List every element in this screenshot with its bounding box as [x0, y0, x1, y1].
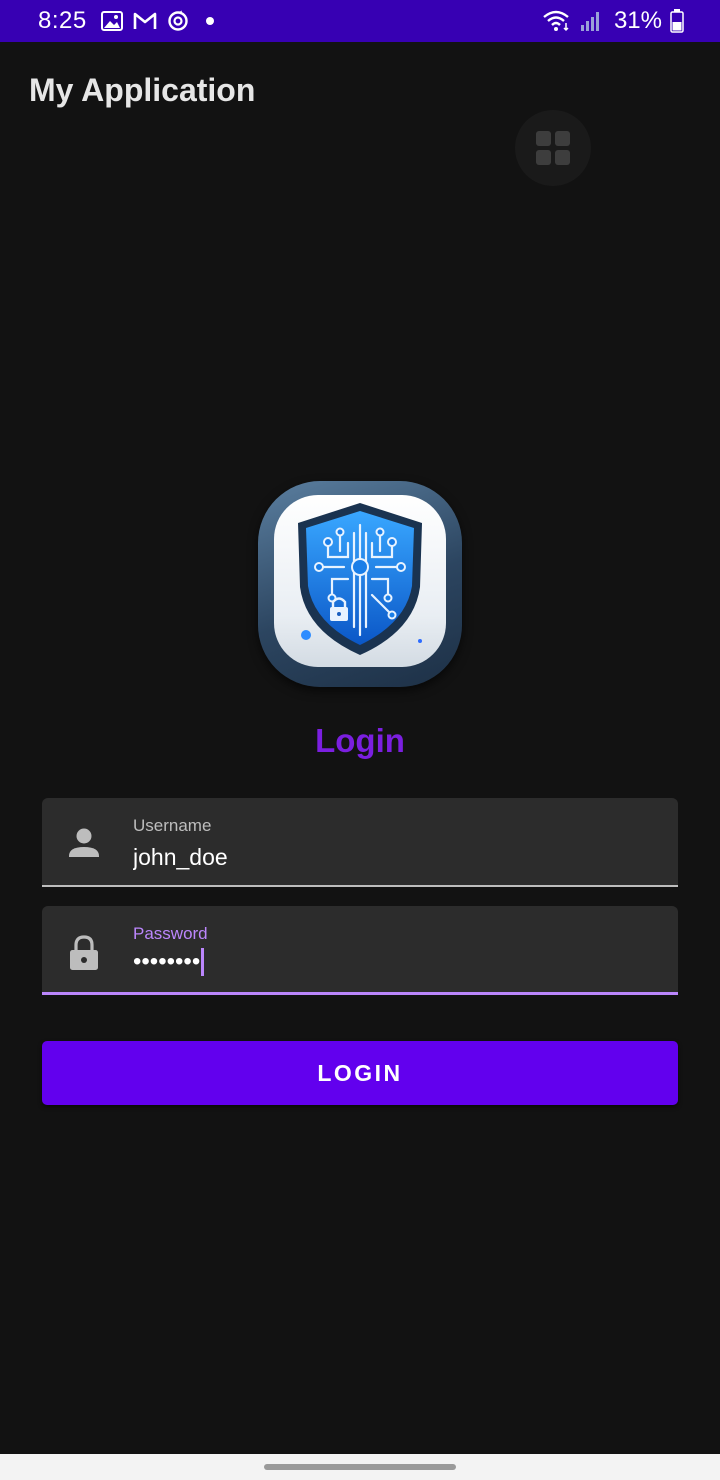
text-cursor [201, 948, 205, 976]
username-input[interactable] [133, 844, 653, 871]
app-title: My Application [29, 72, 256, 108]
password-label: Password [133, 924, 208, 943]
gmail-icon [133, 11, 157, 31]
username-label: Username [133, 816, 212, 835]
logo-tile [274, 495, 446, 667]
shield-circuit-lock-icon [274, 495, 446, 667]
battery-icon [670, 9, 684, 33]
password-field[interactable]: Password •••••••• [42, 906, 678, 995]
sync-icon [167, 10, 189, 32]
battery-percent: 31% [613, 7, 662, 34]
grid-icon [535, 130, 571, 166]
person-icon [68, 826, 100, 860]
grid-menu-button[interactable] [515, 110, 591, 186]
lock-icon [68, 934, 100, 970]
password-input[interactable]: •••••••• [133, 948, 205, 976]
dot-icon [199, 10, 221, 32]
wifi-icon [542, 9, 572, 33]
app-logo [258, 481, 462, 687]
login-heading: Login [315, 722, 405, 759]
username-field[interactable]: Username [42, 798, 678, 887]
home-gesture-handle[interactable] [264, 1464, 456, 1470]
notification-icons [100, 10, 221, 32]
navigation-bar [0, 1454, 720, 1480]
login-button[interactable]: LOGIN [42, 1041, 678, 1105]
status-bar: 8:25 31% [0, 0, 720, 42]
login-screen: 8:25 31% My Application Login Username j… [0, 0, 720, 1480]
system-icons: 31% [542, 7, 684, 35]
signal-icon [580, 10, 602, 32]
password-masked-value: •••••••• [133, 948, 201, 975]
image-icon [100, 11, 123, 31]
status-time: 8:25 [38, 7, 87, 34]
